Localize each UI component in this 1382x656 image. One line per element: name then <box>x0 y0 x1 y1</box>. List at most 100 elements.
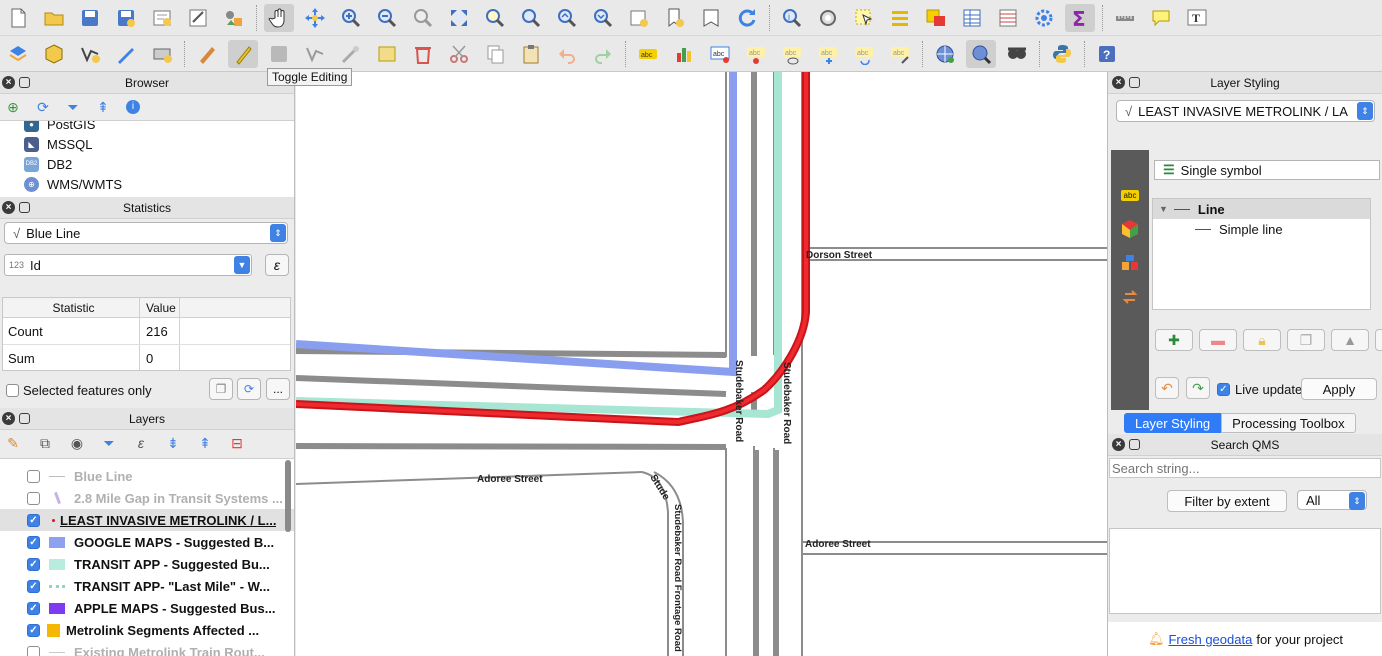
remove-layer-icon[interactable]: ⊟ <box>228 434 246 452</box>
apply-button[interactable]: Apply <box>1301 378 1377 400</box>
map-canvas[interactable]: Dorson Street Adoree Street Adoree Stree… <box>296 72 1107 656</box>
add-vector-layer-icon[interactable] <box>75 40 105 68</box>
delete-selected-icon[interactable] <box>408 40 438 68</box>
history-tab-icon[interactable] <box>1111 280 1149 314</box>
move-label-icon[interactable]: abc <box>813 40 843 68</box>
layer-row[interactable]: 2.8 Mile Gap in Transit Systems ... <box>0 487 294 509</box>
collapse-all-icon[interactable]: ⇞ <box>94 98 112 116</box>
layer-row[interactable]: ✓ APPLE MAPS - Suggested Bus... <box>0 597 294 619</box>
browser-item-postgis[interactable]: ● PostGIS <box>0 121 294 134</box>
qms-scope-select[interactable]: All ⇕ <box>1297 490 1367 510</box>
copy-statistics-button[interactable]: ❐ <box>209 378 233 400</box>
renderer-select[interactable]: ☰ Single symbol <box>1154 160 1380 180</box>
diagrams-tab-icon[interactable] <box>1111 246 1149 280</box>
layer-row[interactable]: ✓ Metrolink Segments Affected ... <box>0 619 294 641</box>
attribute-table-icon[interactable] <box>957 4 987 32</box>
modify-attributes-icon[interactable] <box>372 40 402 68</box>
open-styling-icon[interactable]: ✎ <box>4 434 22 452</box>
layer-row[interactable]: ✓ GOOGLE MAPS - Suggested B... <box>0 531 294 553</box>
python-console-icon[interactable] <box>1047 40 1077 68</box>
layer-visibility-checkbox[interactable] <box>27 645 40 656</box>
browser-item-wms[interactable]: ⊕ WMS/WMTS <box>0 174 294 194</box>
close-panel-icon[interactable]: × <box>1112 438 1125 451</box>
refresh-statistics-button[interactable]: ⟳ <box>237 378 261 400</box>
move-up-button[interactable]: ▲ <box>1331 329 1369 351</box>
refresh-icon[interactable]: ⟳ <box>34 98 52 116</box>
layer-visibility-checkbox[interactable]: ✓ <box>27 513 40 527</box>
measure-icon[interactable] <box>1110 4 1140 32</box>
expression-button[interactable]: ε <box>265 254 289 276</box>
layer-row[interactable]: ✓ TRANSIT APP- "Last Mile" - W... <box>0 575 294 597</box>
layer-visibility-checkbox[interactable] <box>27 491 40 505</box>
pin-labels-icon[interactable]: abc <box>705 40 735 68</box>
layer-row[interactable]: ✓ LEAST INVASIVE METROLINK / L... <box>0 509 294 531</box>
statistics-sigma-icon[interactable]: Σ <box>1065 3 1095 32</box>
filter-by-extent-button[interactable]: Filter by extent <box>1167 490 1287 512</box>
new-geopackage-icon[interactable] <box>39 40 69 68</box>
map-tips-icon[interactable] <box>1146 4 1176 32</box>
mapillary-icon[interactable] <box>1002 40 1032 68</box>
cut-features-icon[interactable] <box>444 40 474 68</box>
close-panel-icon[interactable]: × <box>2 201 15 214</box>
lock-symbol-layer-button[interactable]: 🔒︎ <box>1243 329 1281 351</box>
current-edits-icon[interactable] <box>192 40 222 68</box>
statistics-layer-select[interactable]: √ Blue Line ⇕ <box>4 222 288 244</box>
undo-style-button[interactable]: ↶ <box>1155 377 1179 399</box>
deselect-icon[interactable] <box>921 4 951 32</box>
diagram-tool-icon[interactable] <box>669 40 699 68</box>
filter-legend-icon[interactable]: ⏷ <box>100 434 118 452</box>
layout-manager-icon[interactable] <box>183 4 213 32</box>
copy-features-icon[interactable] <box>480 40 510 68</box>
symbol-tree-child[interactable]: Simple line <box>1153 219 1370 239</box>
browser-item-mssql[interactable]: ◣ MSSQL <box>0 134 294 154</box>
close-panel-icon[interactable]: × <box>1112 76 1125 89</box>
select-features-icon[interactable] <box>849 4 879 32</box>
filter-icon[interactable]: ⏷ <box>64 98 82 116</box>
change-label-icon[interactable]: abc <box>885 40 915 68</box>
text-annotation-icon[interactable]: T <box>1182 4 1212 32</box>
label-tool-icon[interactable]: abc <box>633 40 663 68</box>
styling-layer-select[interactable]: √ LEAST INVASIVE METROLINK / LA ⇕ <box>1116 100 1375 122</box>
close-panel-icon[interactable]: × <box>2 412 15 425</box>
toggle-editing-icon[interactable] <box>228 39 258 68</box>
float-panel-icon[interactable] <box>19 77 30 88</box>
show-bookmarks-icon[interactable] <box>696 4 726 32</box>
rotate-label-icon[interactable]: abc <box>849 40 879 68</box>
layer-visibility-checkbox[interactable]: ✓ <box>27 535 40 549</box>
virtual-layer-icon[interactable] <box>147 40 177 68</box>
new-map-view-icon[interactable] <box>624 4 654 32</box>
attribute-filter-icon[interactable] <box>885 4 915 32</box>
field-calculator-icon[interactable] <box>993 4 1023 32</box>
preview-labels-icon[interactable]: abc <box>777 40 807 68</box>
add-group-icon[interactable]: ⧉ <box>36 434 54 452</box>
manage-themes-icon[interactable]: ◉ <box>68 434 86 452</box>
zoom-last-icon[interactable] <box>552 4 582 32</box>
layer-visibility-checkbox[interactable]: ✓ <box>27 557 40 571</box>
statistics-options-button[interactable]: ... <box>266 378 290 400</box>
redo-style-button[interactable]: ↷ <box>1186 377 1210 399</box>
layer-visibility-checkbox[interactable]: ✓ <box>27 623 40 637</box>
zoom-full-icon[interactable] <box>444 4 474 32</box>
processing-toolbox-icon[interactable] <box>1029 4 1059 32</box>
tab-processing-toolbox[interactable]: Processing Toolbox <box>1221 413 1356 433</box>
run-feature-action-icon[interactable] <box>813 4 843 32</box>
zoom-to-layer-icon[interactable] <box>516 4 546 32</box>
float-panel-icon[interactable] <box>1129 77 1140 88</box>
save-project-icon[interactable] <box>75 4 105 32</box>
identify-features-icon[interactable]: i <box>777 4 807 32</box>
pan-map-icon[interactable] <box>264 3 294 32</box>
refresh-icon[interactable] <box>732 4 762 32</box>
statistics-field-select[interactable]: 123 Id ▼ <box>4 254 252 276</box>
new-layout-icon[interactable] <box>147 4 177 32</box>
pan-to-selection-icon[interactable] <box>300 4 330 32</box>
duplicate-symbol-layer-button[interactable]: ❐ <box>1287 329 1325 351</box>
help-icon[interactable]: ? <box>1092 40 1122 68</box>
fresh-geodata-link[interactable]: Fresh geodata <box>1168 632 1252 647</box>
selected-only-checkbox[interactable] <box>6 384 19 397</box>
remove-symbol-layer-button[interactable]: ▬ <box>1199 329 1237 351</box>
layer-row[interactable]: ✓ TRANSIT APP - Suggested Bu... <box>0 553 294 575</box>
layer-row[interactable]: Blue Line <box>0 465 294 487</box>
zoom-in-icon[interactable] <box>336 4 366 32</box>
paste-features-icon[interactable] <box>516 40 546 68</box>
labels-tab-icon[interactable]: abc <box>1111 178 1149 212</box>
